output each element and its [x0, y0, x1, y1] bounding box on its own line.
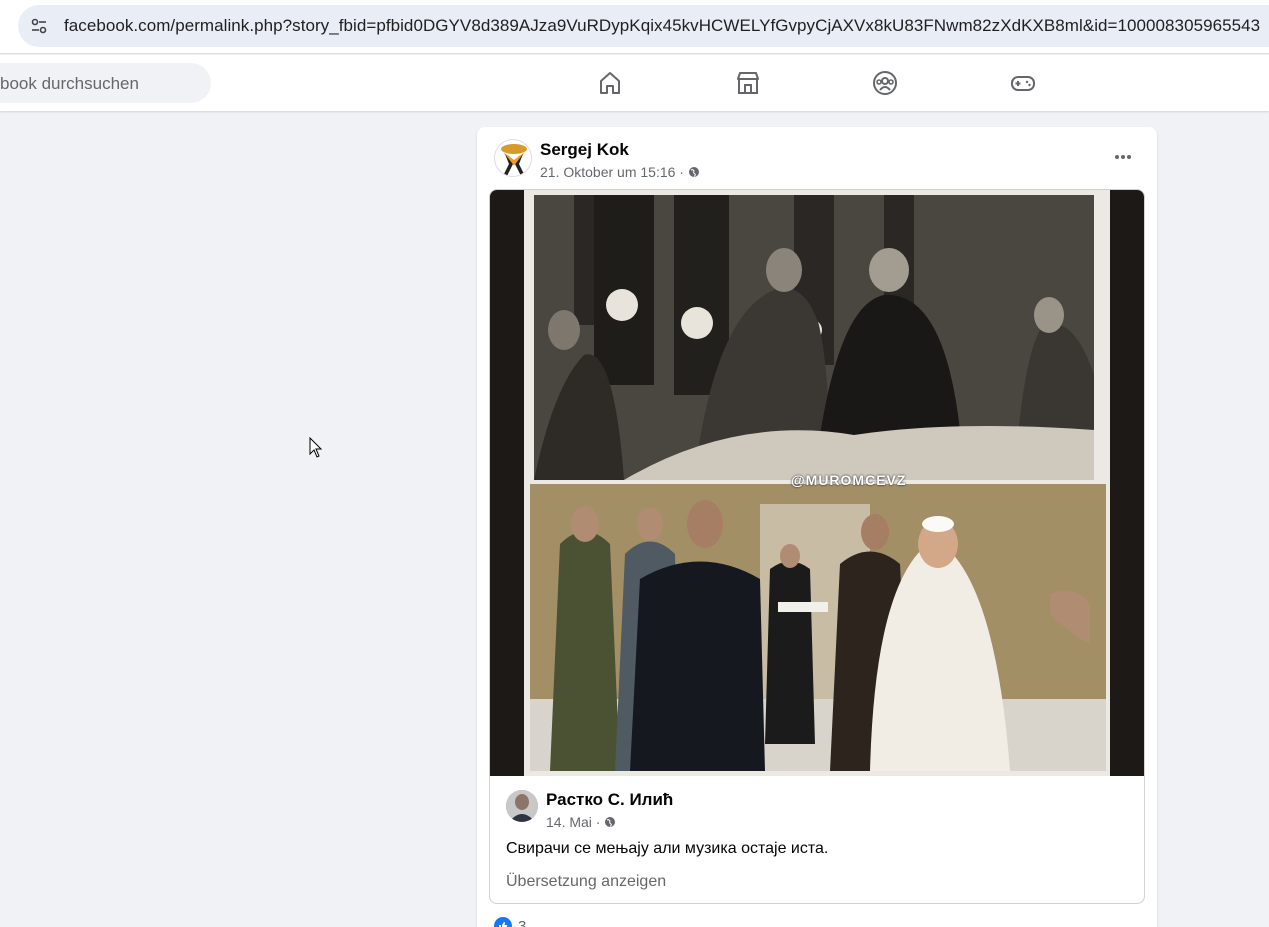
shared-post-image[interactable]: @MUROMCEVZ	[490, 190, 1144, 776]
shared-author-name[interactable]: Растко С. Илић	[546, 790, 673, 810]
tune-icon[interactable]	[30, 17, 48, 35]
browser-toolbar: facebook.com/permalink.php?story_fbid=pf…	[0, 0, 1269, 54]
see-translation-link[interactable]: Übersetzung anzeigen	[506, 873, 666, 891]
shared-post-meta: 14. Mai ·	[546, 814, 616, 830]
shared-author-avatar[interactable]	[506, 790, 538, 822]
address-bar[interactable]: facebook.com/permalink.php?story_fbid=pf…	[18, 5, 1269, 47]
globe-icon	[605, 817, 616, 827]
modern-photo	[530, 484, 1106, 771]
person-photo-icon	[506, 790, 538, 822]
more-options-icon	[1115, 155, 1131, 159]
author-name[interactable]: Sergej Kok	[540, 140, 629, 160]
author-avatar[interactable]	[494, 139, 532, 177]
gaming-icon[interactable]	[1010, 70, 1036, 96]
ribbon-emblem-icon	[501, 144, 527, 176]
reaction-count: 3	[518, 917, 527, 927]
marketplace-icon[interactable]	[735, 70, 761, 96]
image-collage: @MUROMCEVZ	[524, 190, 1110, 776]
facebook-header: book durchsuchen	[0, 55, 1269, 111]
post-card: Sergej Kok 21. Oktober um 15:16 · @MUROM…	[477, 127, 1157, 927]
image-watermark: @MUROMCEVZ	[791, 472, 907, 488]
reaction-summary[interactable]: 3	[494, 917, 526, 927]
mouse-cursor-icon	[309, 437, 323, 458]
shared-post[interactable]: @MUROMCEVZ Растко С. Илић 14. Mai · Свир…	[489, 189, 1145, 904]
search-input[interactable]: book durchsuchen	[0, 63, 211, 103]
shared-post-timestamp[interactable]: 14. Mai ·	[546, 814, 600, 830]
post-timestamp[interactable]: 21. Oktober um 15:16 ·	[540, 164, 684, 180]
post-meta: 21. Oktober um 15:16 ·	[540, 164, 700, 180]
more-options-button[interactable]	[1107, 145, 1139, 169]
groups-icon[interactable]	[872, 70, 898, 96]
historical-photo	[534, 195, 1094, 480]
shared-post-text: Свирачи се мењају али музика остаје иста…	[506, 840, 829, 857]
globe-icon	[688, 167, 699, 177]
url-text[interactable]: facebook.com/permalink.php?story_fbid=pf…	[64, 16, 1260, 36]
search-placeholder: book durchsuchen	[0, 74, 139, 93]
home-icon[interactable]	[597, 70, 623, 96]
like-icon	[494, 917, 512, 927]
